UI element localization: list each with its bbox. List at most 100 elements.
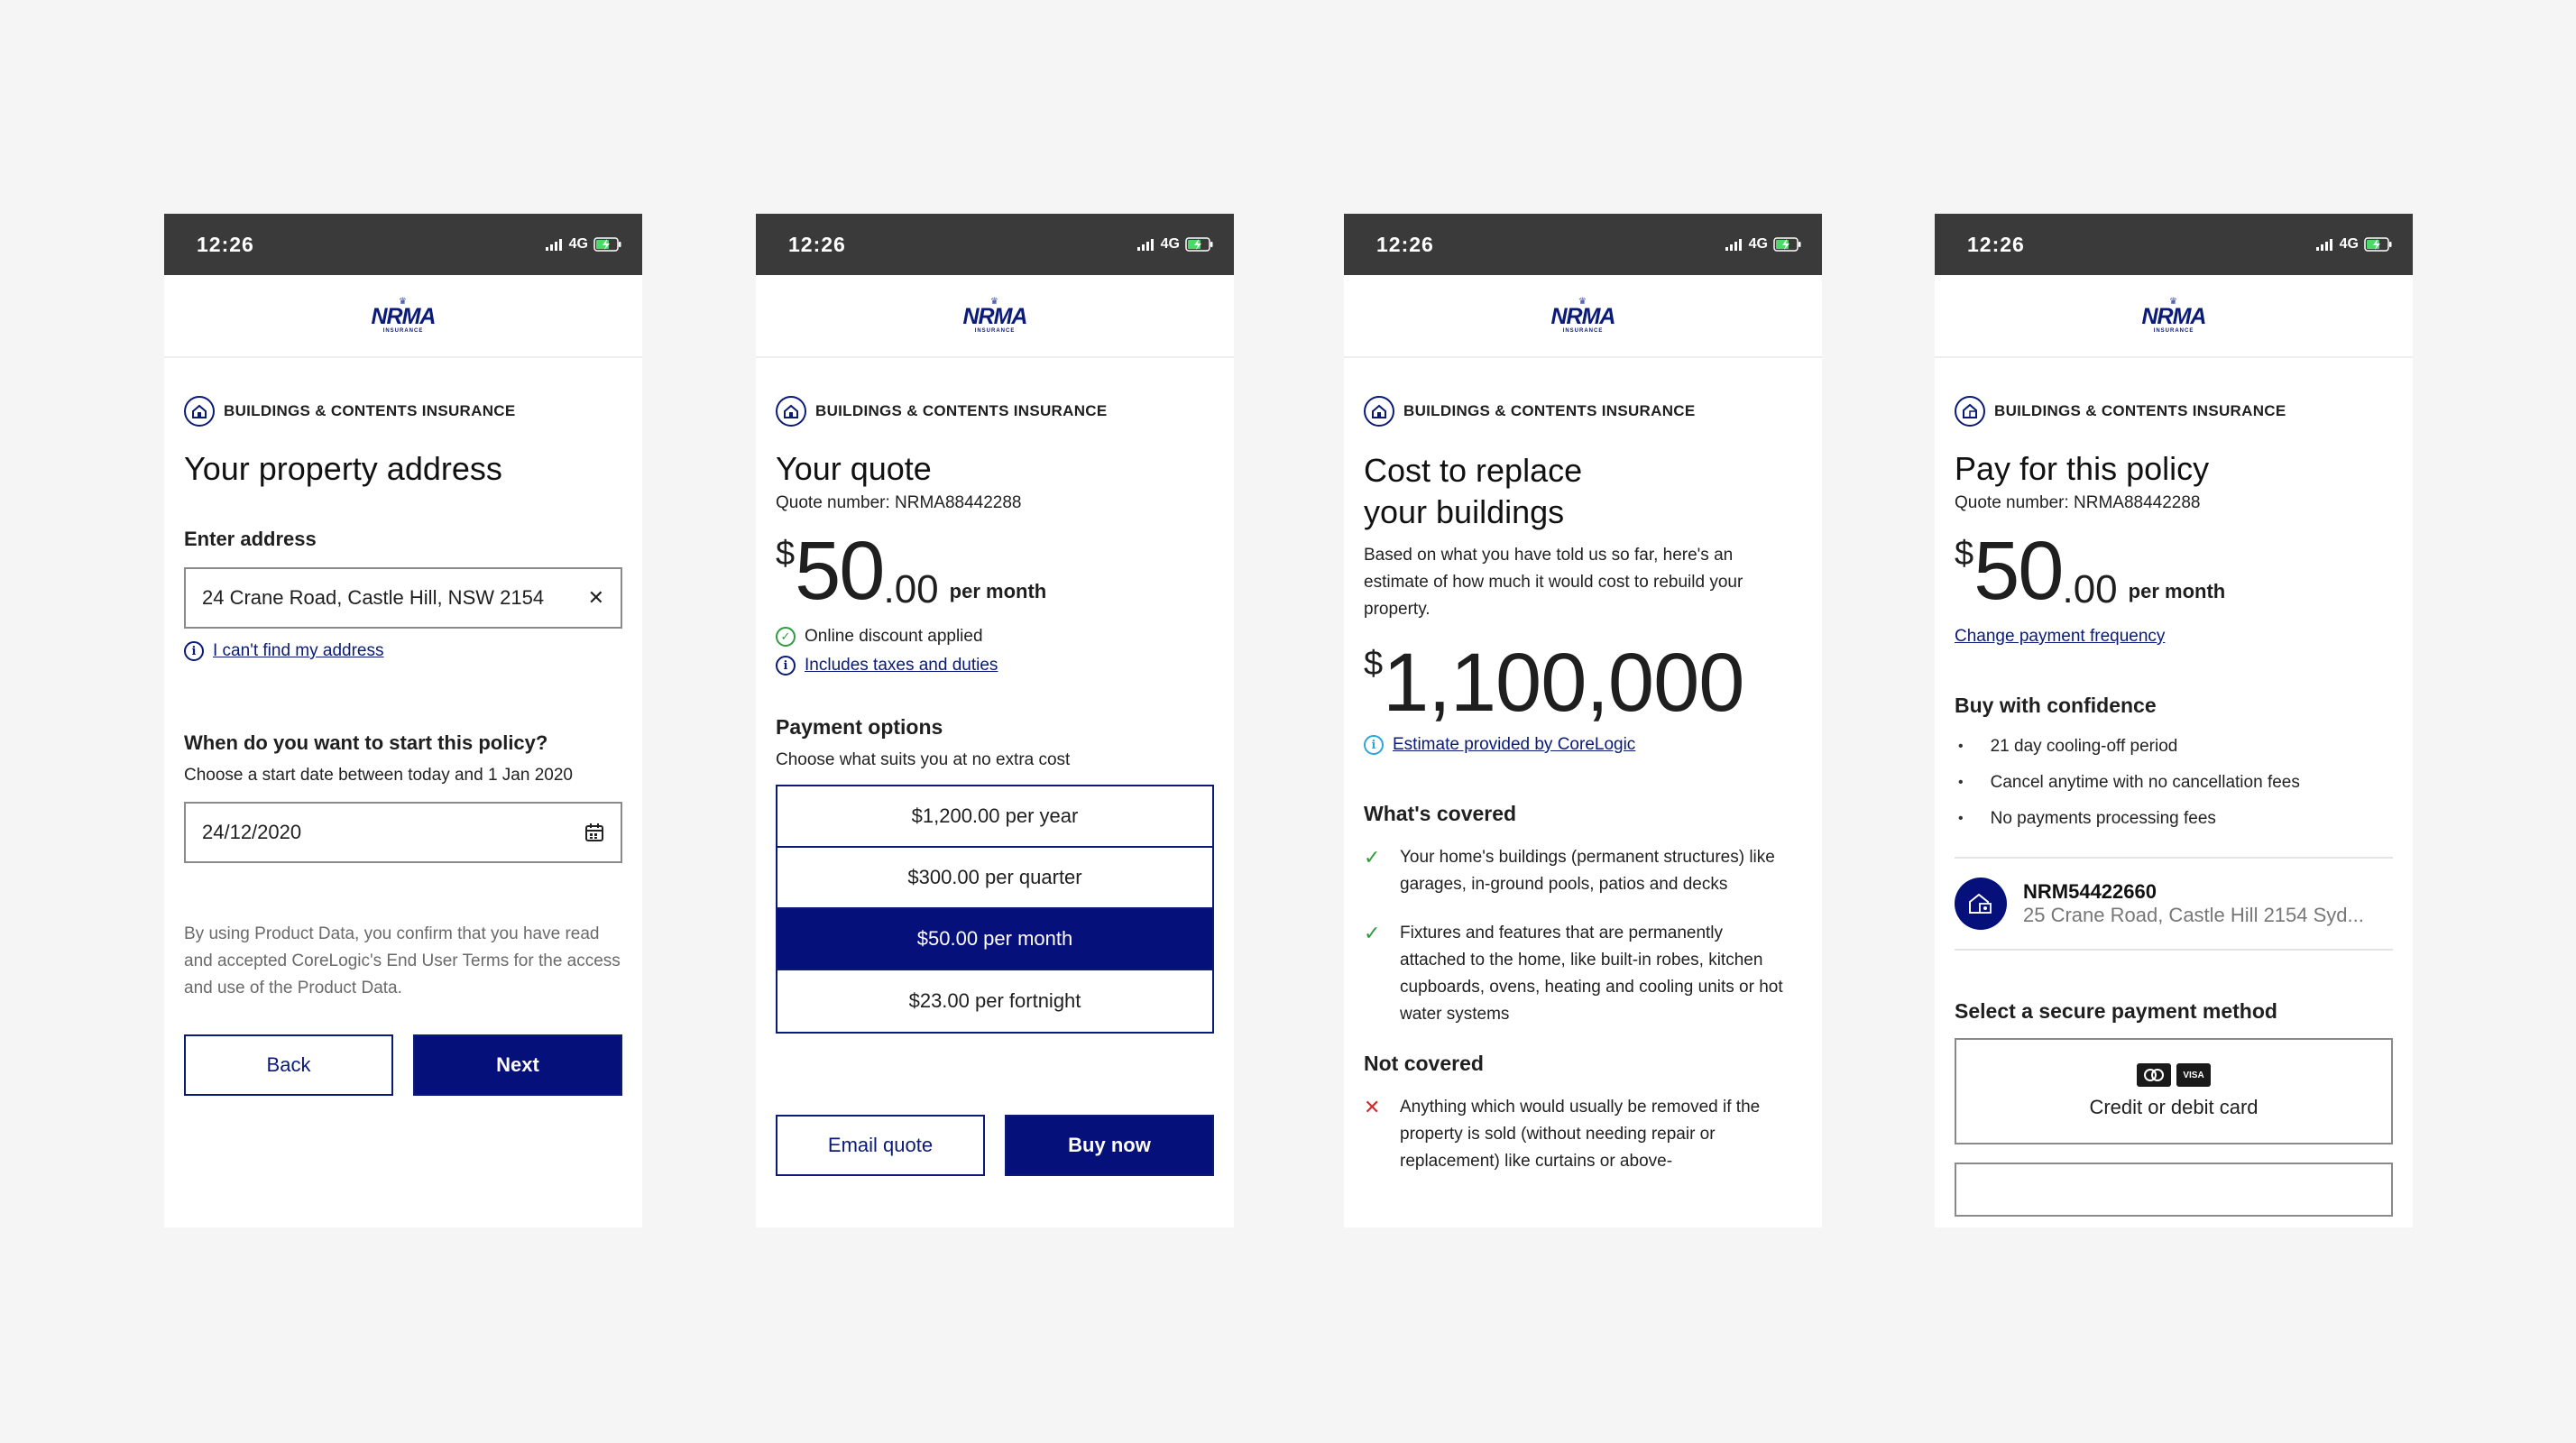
credit-card-option[interactable]: VISA Credit or debit card [1955, 1038, 2393, 1144]
email-quote-button[interactable]: Email quote [776, 1115, 985, 1176]
payment-options-hint: Choose what suits you at no extra cost [776, 750, 1071, 769]
product-label: BUILDINGS & CONTENTS INSURANCE [224, 402, 516, 419]
covered-item: ✓ Fixtures and features that are permane… [1364, 920, 1788, 1028]
info-icon: i [1364, 735, 1384, 755]
battery-charging-icon [1773, 237, 1801, 252]
payment-method-title: Select a secure payment method [1955, 999, 2277, 1023]
header: ♛ NRMA INSURANCE [756, 275, 1234, 358]
rebuild-amount-value: 1,100,000 [1383, 637, 1744, 729]
list-item: No payments processing fees [1958, 801, 2393, 837]
calendar-icon[interactable] [584, 823, 604, 842]
price-display: $ 50 .00 per month [1955, 525, 2226, 617]
battery-charging-icon [2364, 237, 2392, 252]
visa-icon: VISA [2176, 1063, 2211, 1087]
info-icon: i [776, 656, 796, 676]
address-value: 24 Crane Road, Castle Hill, NSW 2154 [202, 586, 545, 609]
check-icon: ✓ [1364, 846, 1381, 869]
status-time: 12:26 [1376, 232, 1434, 256]
house-icon [776, 396, 806, 427]
quote-number: Quote number: NRMA88442288 [776, 493, 1022, 512]
option-fortnight[interactable]: $23.00 per fortnight [777, 970, 1212, 1032]
change-frequency-link[interactable]: Change payment frequency [1955, 627, 2165, 647]
check-icon: ✓ [1364, 922, 1381, 944]
product-label: BUILDINGS & CONTENTS INSURANCE [1403, 402, 1696, 419]
confidence-title: Buy with confidence [1955, 694, 2157, 717]
price-unit: per month [2128, 580, 2226, 602]
status-time: 12:26 [788, 232, 846, 256]
header: ♛ NRMA INSURANCE [1935, 275, 2413, 358]
header: ♛ NRMA INSURANCE [164, 275, 642, 358]
taxes-link[interactable]: Includes taxes and duties [805, 656, 998, 676]
house-icon [184, 396, 215, 427]
estimate-intro: Based on what you have told us so far, h… [1364, 546, 1743, 619]
option-year[interactable]: $1,200.00 per year [777, 786, 1212, 848]
status-bar: 12:26 4G [1935, 214, 2413, 275]
product-row: BUILDINGS & CONTENTS INSURANCE [1364, 396, 1802, 427]
policy-card[interactable]: NRM54422660 25 Crane Road, Castle Hill 2… [1955, 857, 2393, 951]
price-dollars: 50 [795, 525, 885, 617]
price-cents: .00 [883, 567, 939, 611]
signal-icon [1136, 239, 1154, 251]
not-covered-title: Not covered [1364, 1052, 1484, 1075]
cant-find-address-link[interactable]: I can't find my address [213, 641, 384, 661]
back-button[interactable]: Back [184, 1034, 393, 1096]
product-data-disclaimer: By using Product Data, you confirm that … [184, 924, 621, 997]
page-title: Your property address [184, 450, 502, 487]
buy-now-button[interactable]: Buy now [1005, 1115, 1214, 1176]
status-bar: 12:26 4G [164, 214, 642, 275]
status-time: 12:26 [1967, 232, 2025, 256]
check-circle-icon: ✓ [776, 627, 796, 647]
page-title: Cost to replace your buildings [1364, 452, 1583, 530]
date-value: 24/12/2020 [202, 821, 302, 843]
clear-icon[interactable]: ✕ [588, 586, 604, 610]
house-icon [1364, 396, 1394, 427]
start-hint: Choose a start date between today and 1 … [184, 766, 573, 785]
corelogic-link[interactable]: Estimate provided by CoreLogic [1393, 735, 1635, 755]
address-label: Enter address [184, 528, 317, 550]
screen-property-address: 12:26 4G ♛ NRMA INSURANCE BUILDINGS & CO… [164, 214, 642, 1227]
signal-icon [1725, 239, 1742, 251]
header: ♛ NRMA INSURANCE [1344, 275, 1822, 358]
covered-item: ✓ Your home's buildings (permanent struc… [1364, 844, 1788, 898]
page-title: Your quote [776, 450, 932, 487]
page-title: Pay for this policy [1955, 450, 2210, 487]
start-question: When do you want to start this policy? [184, 731, 548, 754]
price-unit: per month [949, 580, 1047, 602]
screen-pay-for-policy: 12:26 4G ♛ NRMA INSURANCE BUILDINGS & CO… [1935, 214, 2413, 1227]
product-row: BUILDINGS & CONTENTS INSURANCE [776, 396, 1214, 427]
screen-cost-to-replace: 12:26 4G ♛ NRMA INSURANCE BUILDINGS & CO… [1344, 214, 1822, 1227]
battery-charging-icon [1185, 237, 1213, 252]
nrma-logo: ♛ NRMA INSURANCE [1550, 296, 1616, 334]
next-button[interactable]: Next [413, 1034, 622, 1096]
policy-id: NRM54422660 [2023, 880, 2157, 903]
nrma-logo: ♛ NRMA INSURANCE [962, 296, 1028, 334]
network-type: 4G [1160, 236, 1180, 252]
list-item: Cancel anytime with no cancellation fees [1958, 765, 2393, 801]
start-date-input[interactable]: 24/12/2020 [184, 802, 622, 863]
info-icon: i [184, 641, 204, 661]
payment-options-title: Payment options [776, 715, 943, 739]
network-type: 4G [568, 236, 588, 252]
confidence-list: 21 day cooling-off period Cancel anytime… [1955, 729, 2393, 837]
battery-charging-icon [593, 237, 621, 252]
credit-card-label: Credit or debit card [2089, 1096, 2259, 1118]
signal-icon [2315, 239, 2332, 251]
buildings-contents-icon [1955, 396, 1985, 427]
price-display: $ 50 .00 per month [776, 525, 1047, 617]
status-bar: 12:26 4G [756, 214, 1234, 275]
product-row: BUILDINGS & CONTENTS INSURANCE [184, 396, 622, 427]
signal-icon [545, 239, 562, 251]
option-month[interactable]: $50.00 per month [777, 909, 1212, 970]
policy-icon [1955, 878, 2007, 930]
rebuild-amount: $ 1,100,000 [1364, 637, 1744, 729]
payment-option-next[interactable] [1955, 1163, 2393, 1217]
price-cents: .00 [2062, 567, 2118, 611]
screen-your-quote: 12:26 4G ♛ NRMA INSURANCE BUILDINGS & CO… [756, 214, 1234, 1227]
address-input[interactable]: 24 Crane Road, Castle Hill, NSW 2154 ✕ [184, 567, 622, 629]
option-quarter[interactable]: $300.00 per quarter [777, 848, 1212, 909]
cross-icon: ✕ [1364, 1096, 1381, 1118]
nrma-logo: ♛ NRMA INSURANCE [2141, 296, 2207, 334]
quote-number: Quote number: NRMA88442288 [1955, 493, 2201, 512]
nrma-logo: ♛ NRMA INSURANCE [371, 296, 437, 334]
policy-address: 25 Crane Road, Castle Hill 2154 Syd... [2023, 904, 2364, 926]
